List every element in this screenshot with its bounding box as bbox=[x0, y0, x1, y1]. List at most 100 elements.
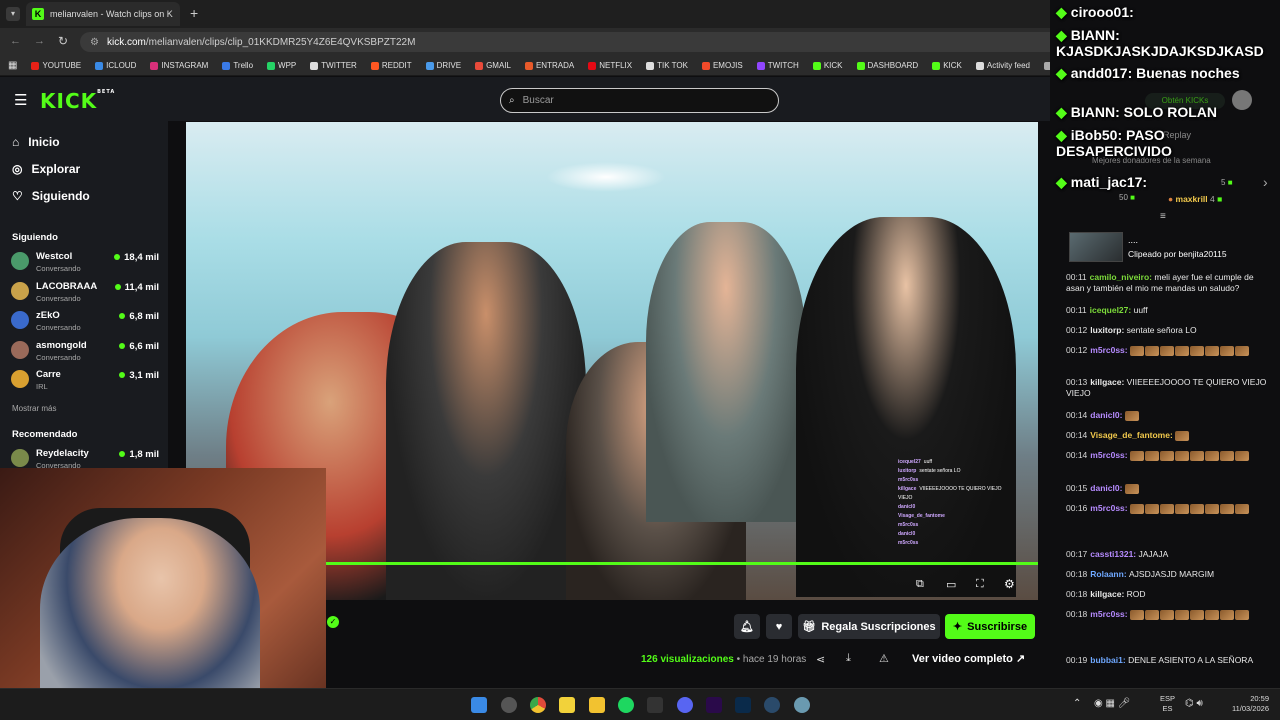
copilot-icon[interactable] bbox=[501, 697, 517, 713]
notify-button[interactable]: 🔔︎ bbox=[734, 614, 760, 639]
bookmark-item[interactable]: ENTRADA bbox=[524, 61, 574, 70]
chat-username[interactable]: killgace bbox=[1090, 377, 1121, 387]
fullscreen-icon[interactable]: ⛶ bbox=[976, 578, 984, 591]
search-input[interactable]: ⌕ Buscar bbox=[500, 88, 779, 113]
chat-username[interactable]: luxitorp bbox=[1090, 325, 1121, 335]
chat-emote-icon bbox=[1220, 609, 1234, 620]
sidebar-channel[interactable]: LACOBRAAA Conversando 11,4 mil bbox=[11, 279, 161, 305]
premiere-icon[interactable] bbox=[706, 697, 722, 713]
chat-username[interactable]: icequel27 bbox=[1090, 305, 1129, 315]
notes-icon[interactable] bbox=[559, 697, 575, 713]
chat-text: JAJAJA bbox=[1138, 549, 1169, 559]
bookmark-icon bbox=[932, 61, 941, 70]
sidebar-channel[interactable]: Westcol Conversando 18,4 mil bbox=[11, 249, 161, 275]
spotify-icon[interactable] bbox=[618, 697, 634, 713]
chat-username[interactable]: m5rc0ss bbox=[1090, 450, 1125, 460]
chat-username[interactable]: Visage_de_fantome bbox=[1090, 430, 1170, 440]
pinned-expand-icon[interactable]: ≡ bbox=[1160, 211, 1166, 222]
bookmark-icon bbox=[646, 61, 655, 70]
bookmark-item[interactable]: KICK bbox=[812, 61, 843, 70]
chat-username[interactable]: danicl0 bbox=[1090, 410, 1119, 420]
sidebar-channel[interactable]: zEkO Conversando 6,8 mil bbox=[11, 308, 161, 334]
chat-username[interactable]: danicl0 bbox=[1090, 483, 1119, 493]
refresh-app-icon[interactable] bbox=[794, 697, 810, 713]
bookmark-item[interactable]: NETFLIX bbox=[588, 61, 632, 70]
bookmark-item[interactable]: DRIVE bbox=[425, 61, 461, 70]
clip-thumbnail[interactable] bbox=[1069, 232, 1123, 262]
video-embedded-chat: icequel27 uuff luxitorp sentate señora LO m5… bbox=[898, 458, 1033, 568]
back-icon[interactable]: ← bbox=[10, 35, 21, 47]
kick-logo[interactable]: KICKBETA bbox=[40, 89, 115, 113]
chat-username[interactable]: Rolaann bbox=[1090, 569, 1124, 579]
capcut-icon[interactable] bbox=[647, 697, 663, 713]
apps-icon[interactable]: ▦ bbox=[8, 60, 17, 71]
folder-icon[interactable] bbox=[589, 697, 605, 713]
bookmark-item[interactable]: TIK TOK bbox=[646, 61, 688, 70]
chat-username[interactable]: bubbai1 bbox=[1090, 655, 1123, 665]
bookmark-item[interactable]: INSTAGRAM bbox=[150, 61, 208, 70]
diamond-badge-icon: ◆ bbox=[1056, 65, 1067, 81]
steam-icon[interactable] bbox=[764, 697, 780, 713]
report-icon[interactable]: ⚠ bbox=[879, 652, 889, 665]
forward-icon[interactable]: → bbox=[34, 35, 45, 47]
tray-icons[interactable]: ◉ ▦ 🎤︎ bbox=[1094, 698, 1130, 709]
bookmark-item[interactable]: YOUTUBE bbox=[31, 61, 81, 70]
chat-username[interactable]: m5rc0ss bbox=[1090, 345, 1125, 355]
browser-tab[interactable]: K melianvalen - Watch clips on K ✕ bbox=[26, 2, 180, 26]
settings-icon[interactable]: ⚙ bbox=[1004, 577, 1015, 591]
bookmark-item[interactable]: ICLOUD bbox=[95, 61, 136, 70]
site-info-icon[interactable]: ⚙ bbox=[90, 37, 99, 48]
nav-siguiendo[interactable]: ♡ Siguiendo bbox=[12, 189, 90, 203]
start-icon[interactable] bbox=[471, 697, 487, 713]
chrome-icon[interactable] bbox=[530, 697, 546, 713]
chat-emote-icon bbox=[1130, 609, 1144, 620]
language-indicator[interactable]: ESP ES bbox=[1160, 694, 1175, 714]
menu-icon[interactable]: ☰ bbox=[14, 91, 27, 109]
gift-subscriptions-button[interactable]: 🎁︎ Regala Suscripciones bbox=[798, 614, 940, 639]
clip-progress-bar[interactable] bbox=[326, 562, 1038, 565]
photoshop-icon[interactable] bbox=[735, 697, 751, 713]
bookmark-item[interactable]: WPP bbox=[267, 61, 296, 70]
bookmark-item[interactable]: TWITTER bbox=[310, 61, 357, 70]
channel-viewers: 3,1 mil bbox=[119, 370, 159, 381]
new-tab-icon[interactable]: + bbox=[190, 5, 198, 21]
sidebar-channel[interactable]: asmongold Conversando 6,6 mil bbox=[11, 338, 161, 364]
clock[interactable]: 20:59 11/03/2026 bbox=[1225, 694, 1269, 714]
download-icon[interactable]: ⤓ bbox=[846, 652, 851, 665]
chat-username[interactable]: m5rc0ss bbox=[1090, 503, 1125, 513]
theater-icon[interactable]: ▭ bbox=[946, 578, 956, 591]
chat-message: 00:16 m5rc0ss: bbox=[1066, 503, 1271, 514]
tray-chevron-icon[interactable]: ⌃ bbox=[1073, 698, 1081, 709]
bookmark-item[interactable]: DASHBOARD bbox=[856, 61, 918, 70]
reload-icon[interactable]: ↻ bbox=[58, 34, 68, 48]
full-video-button[interactable]: Ver video completo ↗ bbox=[912, 652, 1025, 665]
nav-explorar[interactable]: ◎ Explorar bbox=[12, 162, 80, 176]
sidebar-channel[interactable]: Carre IRL 3,1 mil bbox=[11, 367, 161, 393]
pip-icon[interactable]: ⧉ bbox=[916, 578, 924, 591]
tab-list-icon[interactable]: ▾ bbox=[6, 7, 20, 21]
bookmark-item[interactable]: Trello bbox=[222, 61, 253, 70]
chat-username[interactable]: cassti1321 bbox=[1090, 549, 1133, 559]
follow-heart-button[interactable]: ♥ bbox=[766, 614, 792, 639]
url-field[interactable]: ⚙ kick.com/melianvalen/clips/clip_01KKDM… bbox=[80, 32, 1060, 52]
chat-username[interactable]: camilo_niveiro bbox=[1090, 272, 1150, 282]
subscribe-button[interactable]: ✦ Suscribirse bbox=[945, 614, 1035, 639]
bookmark-item[interactable]: GMAIL bbox=[475, 61, 511, 70]
share-icon[interactable]: ⋖ bbox=[816, 653, 825, 666]
chat-message: 00:12 luxitorp: sentate señora LO bbox=[1066, 325, 1271, 336]
channel-viewers: 6,8 mil bbox=[119, 311, 159, 322]
close-tab-icon[interactable]: ✕ bbox=[179, 9, 180, 20]
chat-username[interactable]: m5rc0ss bbox=[1090, 609, 1125, 619]
bookmark-item[interactable]: EMOJIS bbox=[701, 61, 743, 70]
bookmark-item[interactable]: KICK bbox=[932, 61, 962, 70]
bookmark-item[interactable]: REDDIT bbox=[370, 61, 412, 70]
diamond-badge-icon: ◆ bbox=[1056, 4, 1067, 20]
discord-icon[interactable] bbox=[677, 697, 693, 713]
show-more-link[interactable]: Mostrar más bbox=[12, 404, 56, 413]
network-icon[interactable]: ⌬ 🔊︎ bbox=[1185, 698, 1203, 709]
bookmark-icon bbox=[425, 61, 434, 70]
chat-username[interactable]: killgace bbox=[1090, 589, 1121, 599]
nav-inicio[interactable]: ⌂ Inicio bbox=[12, 135, 60, 149]
bookmark-item[interactable]: Activity feed bbox=[975, 61, 1030, 70]
bookmark-item[interactable]: TWITCH bbox=[756, 61, 799, 70]
